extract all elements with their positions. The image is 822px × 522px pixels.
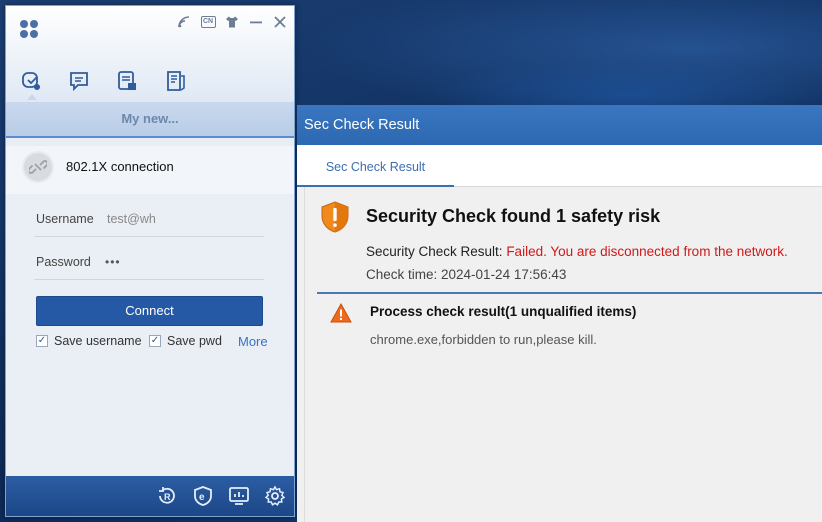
client-footer: R e (6, 476, 294, 516)
save-username-option[interactable]: ✓ Save username (36, 334, 142, 348)
profile-divider (6, 136, 294, 138)
sec-tabs: Sec Check Result (297, 145, 822, 187)
connect-icon (22, 72, 40, 90)
save-pwd-label: Save pwd (167, 334, 222, 348)
report-icon (167, 71, 185, 91)
process-check-title: Process check result(1 unqualified items… (370, 304, 637, 319)
login-form: Username test@wh Password ••• Connect ✓ … (6, 196, 294, 476)
connect-button[interactable]: Connect (36, 296, 263, 326)
save-pwd-checkbox[interactable]: ✓ (149, 335, 161, 347)
skin-icon[interactable] (224, 14, 240, 30)
password-label: Password (36, 255, 91, 269)
footer-toolbar: R e (156, 485, 286, 507)
sec-window-title: Sec Check Result (297, 105, 822, 145)
client-header: CN (6, 6, 294, 102)
monitor-icon[interactable] (228, 485, 250, 507)
tab-logs[interactable] (114, 68, 140, 94)
log-icon (118, 71, 136, 90)
minimize-icon[interactable] (248, 14, 264, 30)
password-field[interactable]: ••• (105, 255, 121, 269)
browser-icon[interactable]: e (192, 485, 214, 507)
username-label: Username (36, 212, 94, 226)
process-check-detail: chrome.exe,forbidden to run,please kill. (370, 332, 597, 347)
tab-messages[interactable] (66, 68, 92, 94)
save-pwd-option[interactable]: ✓ Save pwd (149, 334, 222, 348)
language-switch-button[interactable]: CN (200, 14, 216, 30)
check-time: Check time: 2024-01-24 17:56:43 (366, 267, 567, 282)
client-nav-tabs (18, 68, 188, 100)
tab-reports[interactable] (162, 68, 188, 94)
close-icon[interactable] (272, 14, 288, 30)
gear-icon[interactable] (264, 485, 286, 507)
sec-heading: Security Check found 1 safety risk (366, 206, 661, 226)
section-divider (317, 292, 822, 294)
shield-warning-icon (321, 201, 349, 233)
message-icon (70, 72, 88, 92)
connection-type-label: 802.1X connection (66, 159, 174, 174)
password-underline (34, 279, 264, 280)
app-logo-icon (20, 20, 38, 38)
sec-result-body: Security Check found 1 safety risk Secur… (304, 187, 822, 522)
link-broken-icon (22, 151, 54, 183)
sec-result-line: Security Check Result: Failed. You are d… (366, 244, 788, 259)
svg-text:e: e (199, 492, 205, 503)
save-username-checkbox[interactable]: ✓ (36, 335, 48, 347)
language-badge: CN (200, 16, 216, 28)
username-underline (34, 236, 264, 237)
result-prefix: Security Check Result: (366, 244, 507, 259)
warning-triangle-icon (330, 303, 352, 323)
client-window: CN My new... 802.1X connection Username … (5, 5, 295, 517)
connection-type-row: 802.1X connection (6, 146, 294, 194)
tab-sec-check-result[interactable]: Sec Check Result (297, 145, 454, 187)
profile-selector[interactable]: My new... (6, 102, 294, 136)
titlebar-controls: CN (176, 14, 288, 30)
wifi-signal-icon[interactable] (176, 14, 192, 30)
tab-connect[interactable] (18, 68, 44, 100)
save-username-label: Save username (54, 334, 142, 348)
repair-icon[interactable]: R (156, 485, 178, 507)
result-status: Failed. You are disconnected from the ne… (506, 244, 788, 259)
svg-text:R: R (164, 492, 171, 502)
more-link[interactable]: More (238, 334, 268, 349)
sec-check-window: Sec Check Result Sec Check Result Securi… (297, 105, 822, 522)
username-field[interactable]: test@wh (107, 212, 156, 226)
